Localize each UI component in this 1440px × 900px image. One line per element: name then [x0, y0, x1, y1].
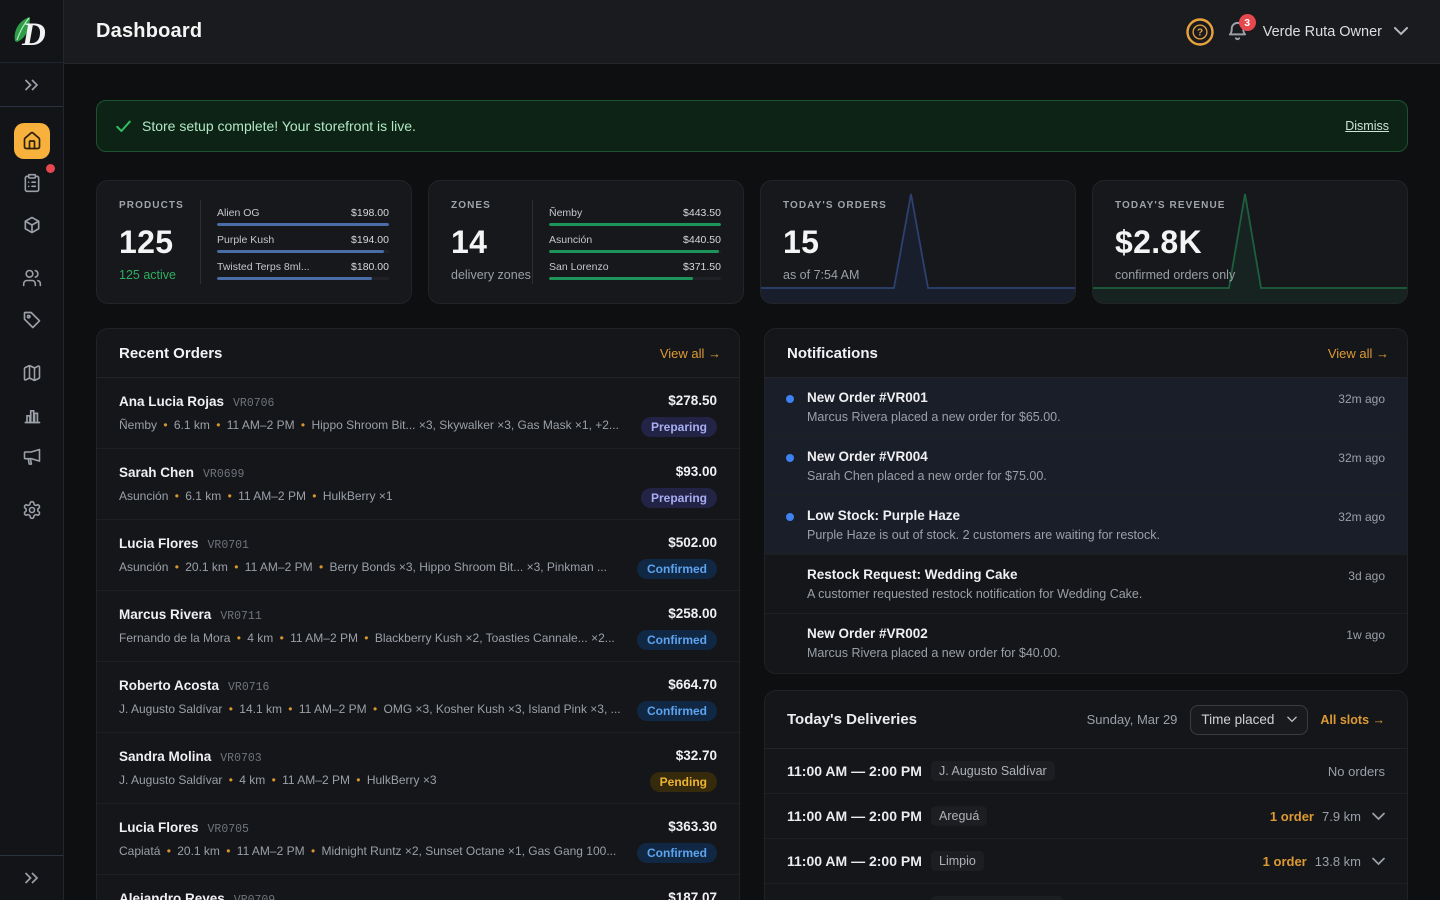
- svg-text:?: ?: [1197, 27, 1203, 38]
- svg-text:D: D: [21, 17, 46, 53]
